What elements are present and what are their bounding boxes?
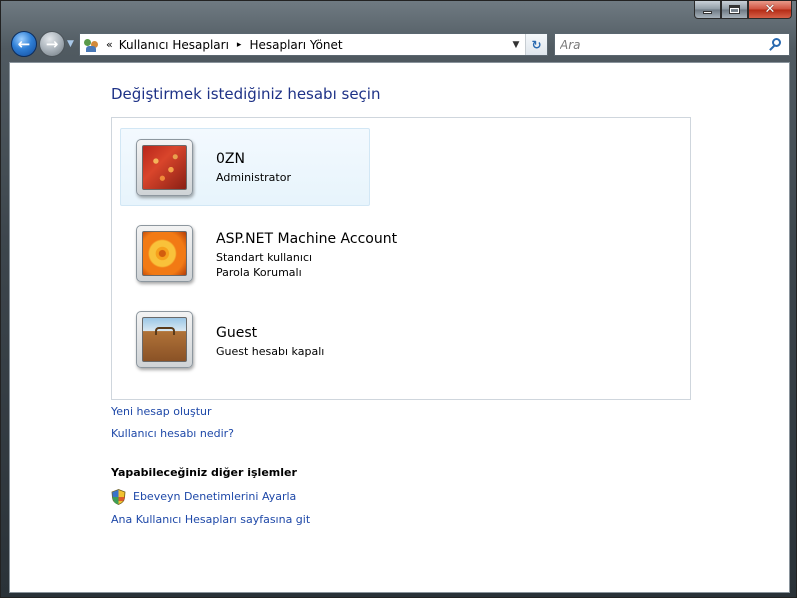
back-button[interactable]: ← <box>11 31 37 57</box>
breadcrumb-separator-icon[interactable]: ▸ <box>237 40 242 50</box>
refresh-icon: ↻ <box>531 37 542 52</box>
uac-shield-icon <box>111 489 126 505</box>
flower-picture-icon <box>142 231 187 276</box>
window-frame: ✕ ← → ▼ « Kullanıcı Hesapları ▸ Hesaplar… <box>0 0 797 598</box>
main-user-accounts-link[interactable]: Ana Kullanıcı Hesapları sayfasına git <box>111 513 310 526</box>
create-account-link[interactable]: Yeni hesap oluştur <box>111 405 212 418</box>
search-box[interactable] <box>554 33 790 56</box>
user-accounts-icon <box>83 37 101 53</box>
minimize-button[interactable] <box>694 1 721 19</box>
coral-picture-icon <box>142 145 187 190</box>
account-name: 0ZN <box>216 151 245 167</box>
account-picture <box>136 139 193 196</box>
address-bar[interactable]: « Kullanıcı Hesapları ▸ Hesapları Yönet … <box>79 33 548 56</box>
account-name: ASP.NET Machine Account <box>216 231 398 247</box>
account-type: Administrator <box>216 171 291 184</box>
address-overflow-chevron[interactable]: « <box>106 38 113 51</box>
account-picture <box>136 225 193 282</box>
account-status: Guest hesabı kapalı <box>216 345 325 358</box>
refresh-button[interactable]: ↻ <box>525 34 547 55</box>
maximize-icon <box>729 5 740 14</box>
account-tile-aspnet[interactable]: ASP.NET Machine Account Standart kullanı… <box>120 208 420 286</box>
recent-pages-dropdown[interactable]: ▼ <box>67 39 74 49</box>
maximize-button[interactable] <box>721 1 748 19</box>
back-arrow-icon: ← <box>17 34 31 53</box>
account-password-status: Parola Korumalı <box>216 266 302 279</box>
search-icon[interactable] <box>766 35 786 55</box>
account-tile-0zn[interactable]: 0ZN Administrator <box>120 128 370 206</box>
forward-button[interactable]: → <box>39 31 65 57</box>
breadcrumb-user-accounts[interactable]: Kullanıcı Hesapları <box>119 38 229 52</box>
suitcase-picture-icon <box>142 317 187 362</box>
close-icon: ✕ <box>764 2 776 17</box>
breadcrumb-manage-accounts[interactable]: Hesapları Yönet <box>249 38 342 52</box>
address-dropdown-icon[interactable]: ▼ <box>507 34 525 55</box>
accounts-list: 0ZN Administrator ASP.NET Machine Accoun… <box>111 117 691 400</box>
parental-controls-link[interactable]: Ebeveyn Denetimlerini Ayarla <box>133 490 296 503</box>
account-type: Standart kullanıcı <box>216 251 313 264</box>
other-tasks-heading: Yapabileceğiniz diğer işlemler <box>111 466 297 479</box>
account-picture <box>136 311 193 368</box>
account-name: Guest <box>216 325 258 341</box>
account-tile-guest[interactable]: Guest Guest hesabı kapalı <box>120 302 370 380</box>
search-input[interactable] <box>555 34 766 55</box>
page-title: Değiştirmek istediğiniz hesabı seçin <box>111 85 381 103</box>
minimize-icon <box>703 11 712 14</box>
content-pane: Değiştirmek istediğiniz hesabı seçin 0ZN… <box>9 62 790 593</box>
what-is-account-link[interactable]: Kullanıcı hesabı nedir? <box>111 427 234 440</box>
caption-buttons: ✕ <box>694 1 792 19</box>
forward-arrow-icon: → <box>45 34 59 53</box>
close-button[interactable]: ✕ <box>748 1 792 19</box>
